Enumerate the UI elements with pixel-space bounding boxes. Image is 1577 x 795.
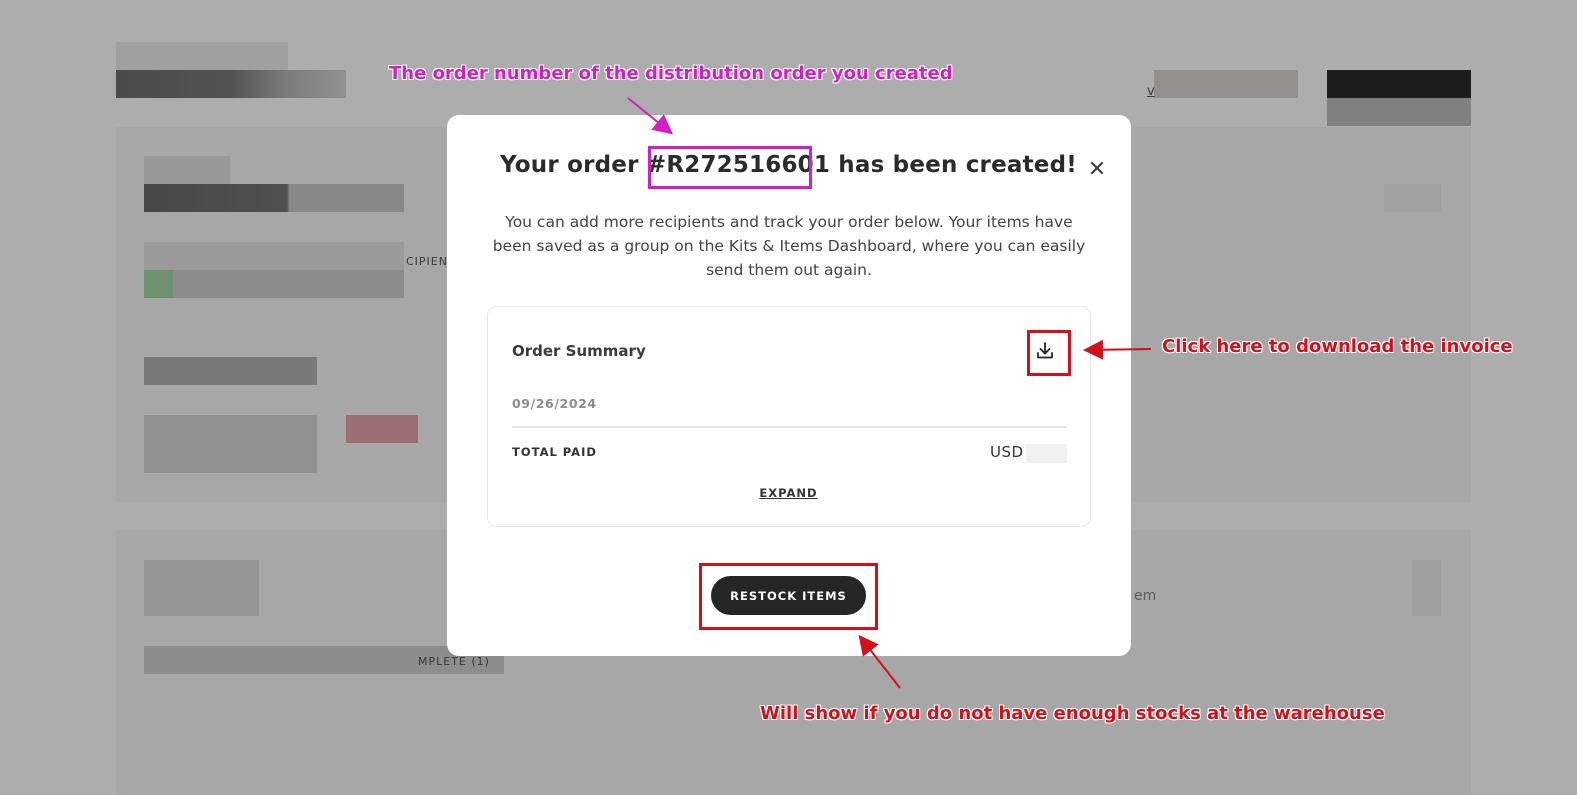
restock-arrow xyxy=(858,634,901,689)
download-annotation: Click here to download the invoice xyxy=(1162,336,1513,357)
annotation-arrows xyxy=(627,97,1152,689)
download-arrow xyxy=(1083,339,1152,360)
order-number-arrow xyxy=(627,97,674,135)
restock-annotation: Will show if you do not have enough stoc… xyxy=(760,703,1385,724)
order-number-annotation: The order number of the distribution ord… xyxy=(389,63,953,84)
